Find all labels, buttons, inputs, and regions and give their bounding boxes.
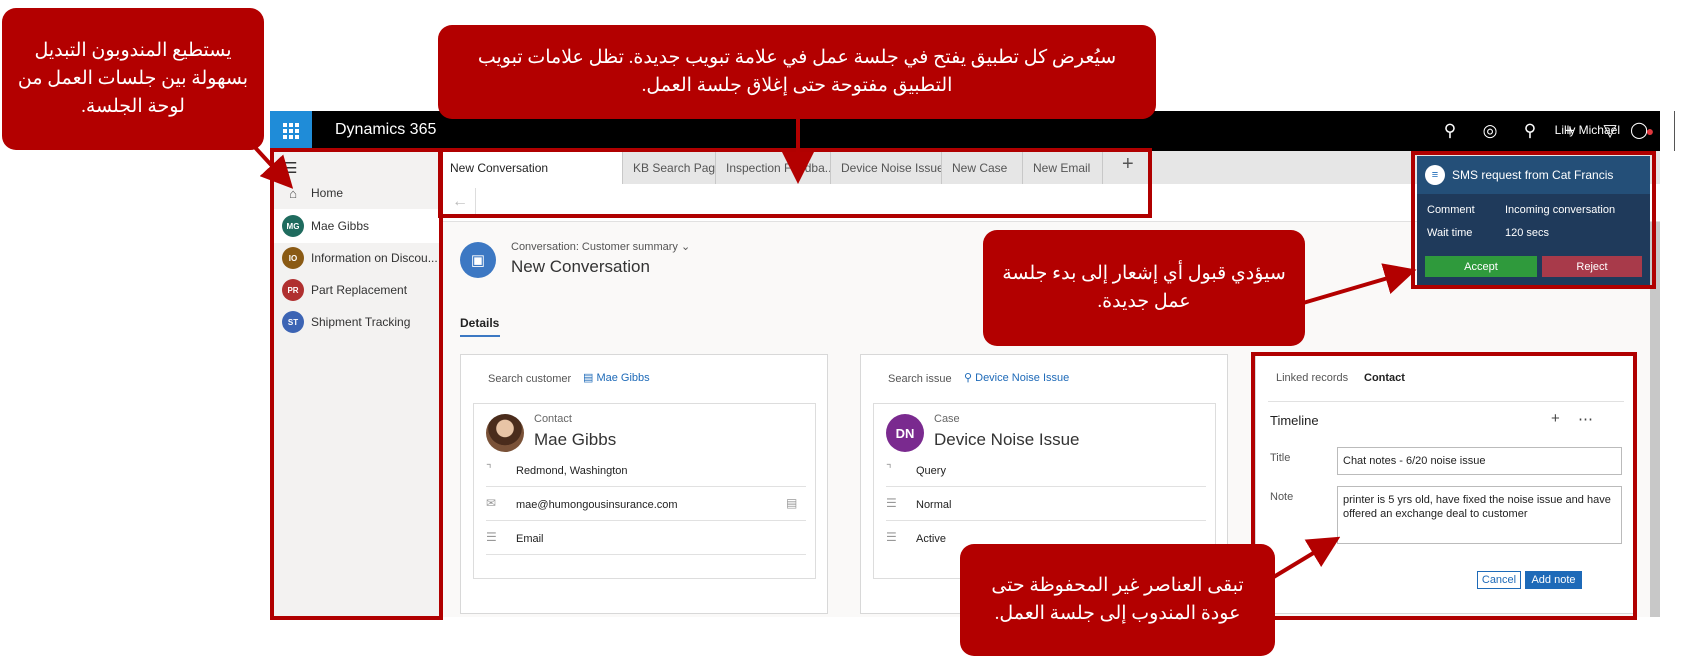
form-selector-label: Conversation: Customer summary (511, 241, 678, 253)
tab-underline (460, 335, 500, 337)
contact-channel: Email (516, 533, 544, 545)
avatar (486, 414, 524, 452)
send-email-icon[interactable]: ▤ (786, 496, 797, 510)
search-customer-label: Search customer (488, 373, 572, 385)
tab-details[interactable]: Details (460, 316, 499, 330)
tag-icon: ⌝ (886, 462, 892, 476)
search-icon[interactable]: ⚲ (1430, 111, 1470, 151)
conversation-icon: ▣ (460, 242, 496, 278)
contact-location: Redmond, Washington (516, 465, 628, 477)
tabs-highlight (438, 148, 1152, 218)
issue-lookup-link[interactable]: ⚲ Device Noise Issue (964, 371, 1069, 384)
issue-lookup-value: Device Noise Issue (975, 372, 1070, 384)
contact-email[interactable]: mae@humongousinsurance.com (516, 499, 678, 511)
list-icon: ☰ (486, 530, 497, 544)
session-panel-highlight (270, 148, 443, 620)
gear-icon[interactable]: ⚙ (1679, 111, 1688, 151)
case-priority: Normal (916, 499, 952, 511)
mail-icon: ✉ (486, 496, 497, 510)
location-icon: ⌝ (486, 462, 492, 476)
person-icon[interactable]: ◯ (1630, 120, 1648, 140)
list-icon: ☰ (886, 496, 897, 510)
callout-unsaved-items: تبقى العناصر غير المحفوظة حتى عودة المند… (960, 544, 1275, 656)
case-name[interactable]: Device Noise Issue (934, 430, 1080, 450)
lightbulb-icon[interactable]: ⚲ (1510, 111, 1550, 151)
divider (486, 486, 806, 487)
callout-sessions: يستطيع المندوبون التبديل بسهولة بين جلسا… (2, 8, 264, 150)
divider (886, 486, 1206, 487)
case-icon: ⚲ (964, 372, 973, 384)
callout-tabs: سيُعرض كل تطبيق يفتح في جلسة عمل في علام… (438, 25, 1156, 119)
divider (886, 520, 1206, 521)
page-title: New Conversation (511, 257, 650, 276)
app-brand[interactable]: Dynamics 365 (335, 121, 436, 139)
annotated-screenshot: Dynamics 365 ⚲ ◎ ⚲ + ▽ ● ⚙ ? Lilly Micha… (0, 0, 1688, 666)
timeline-highlight (1251, 352, 1637, 620)
divider (1674, 111, 1675, 151)
notification-highlight (1411, 151, 1656, 289)
divider (486, 554, 806, 555)
app-launcher-button[interactable] (270, 111, 312, 151)
divider (486, 520, 806, 521)
waffle-icon (283, 123, 299, 139)
case-status: Active (916, 533, 946, 545)
contact-details: Contact Mae Gibbs ⌝ Redmond, Washington … (473, 403, 816, 579)
record-type-label: Case (934, 413, 960, 425)
search-issue-label: Search issue (888, 373, 952, 385)
customer-lookup-value: Mae Gibbs (596, 372, 650, 384)
target-icon[interactable]: ◎ (1470, 111, 1510, 151)
conversation-form-selector[interactable]: Conversation: Customer summary ⌄ (511, 240, 690, 253)
contact-name[interactable]: Mae Gibbs (534, 430, 616, 450)
case-badge: DN (886, 414, 924, 452)
list-icon: ☰ (886, 530, 897, 544)
contact-card-icon: ▤ (583, 372, 594, 384)
customer-card: Search customer ▤ Mae Gibbs Contact Mae … (460, 354, 828, 614)
case-type: Query (916, 465, 946, 477)
callout-notification: سيؤدي قبول أي إشعار إلى بدء جلسة عمل جدي… (983, 230, 1305, 346)
record-type-label: Contact (534, 413, 572, 425)
customer-lookup-link[interactable]: ▤ Mae Gibbs (583, 371, 650, 384)
user-name[interactable]: Lilly Michael (1555, 123, 1620, 137)
chevron-down-icon: ⌄ (680, 241, 691, 253)
